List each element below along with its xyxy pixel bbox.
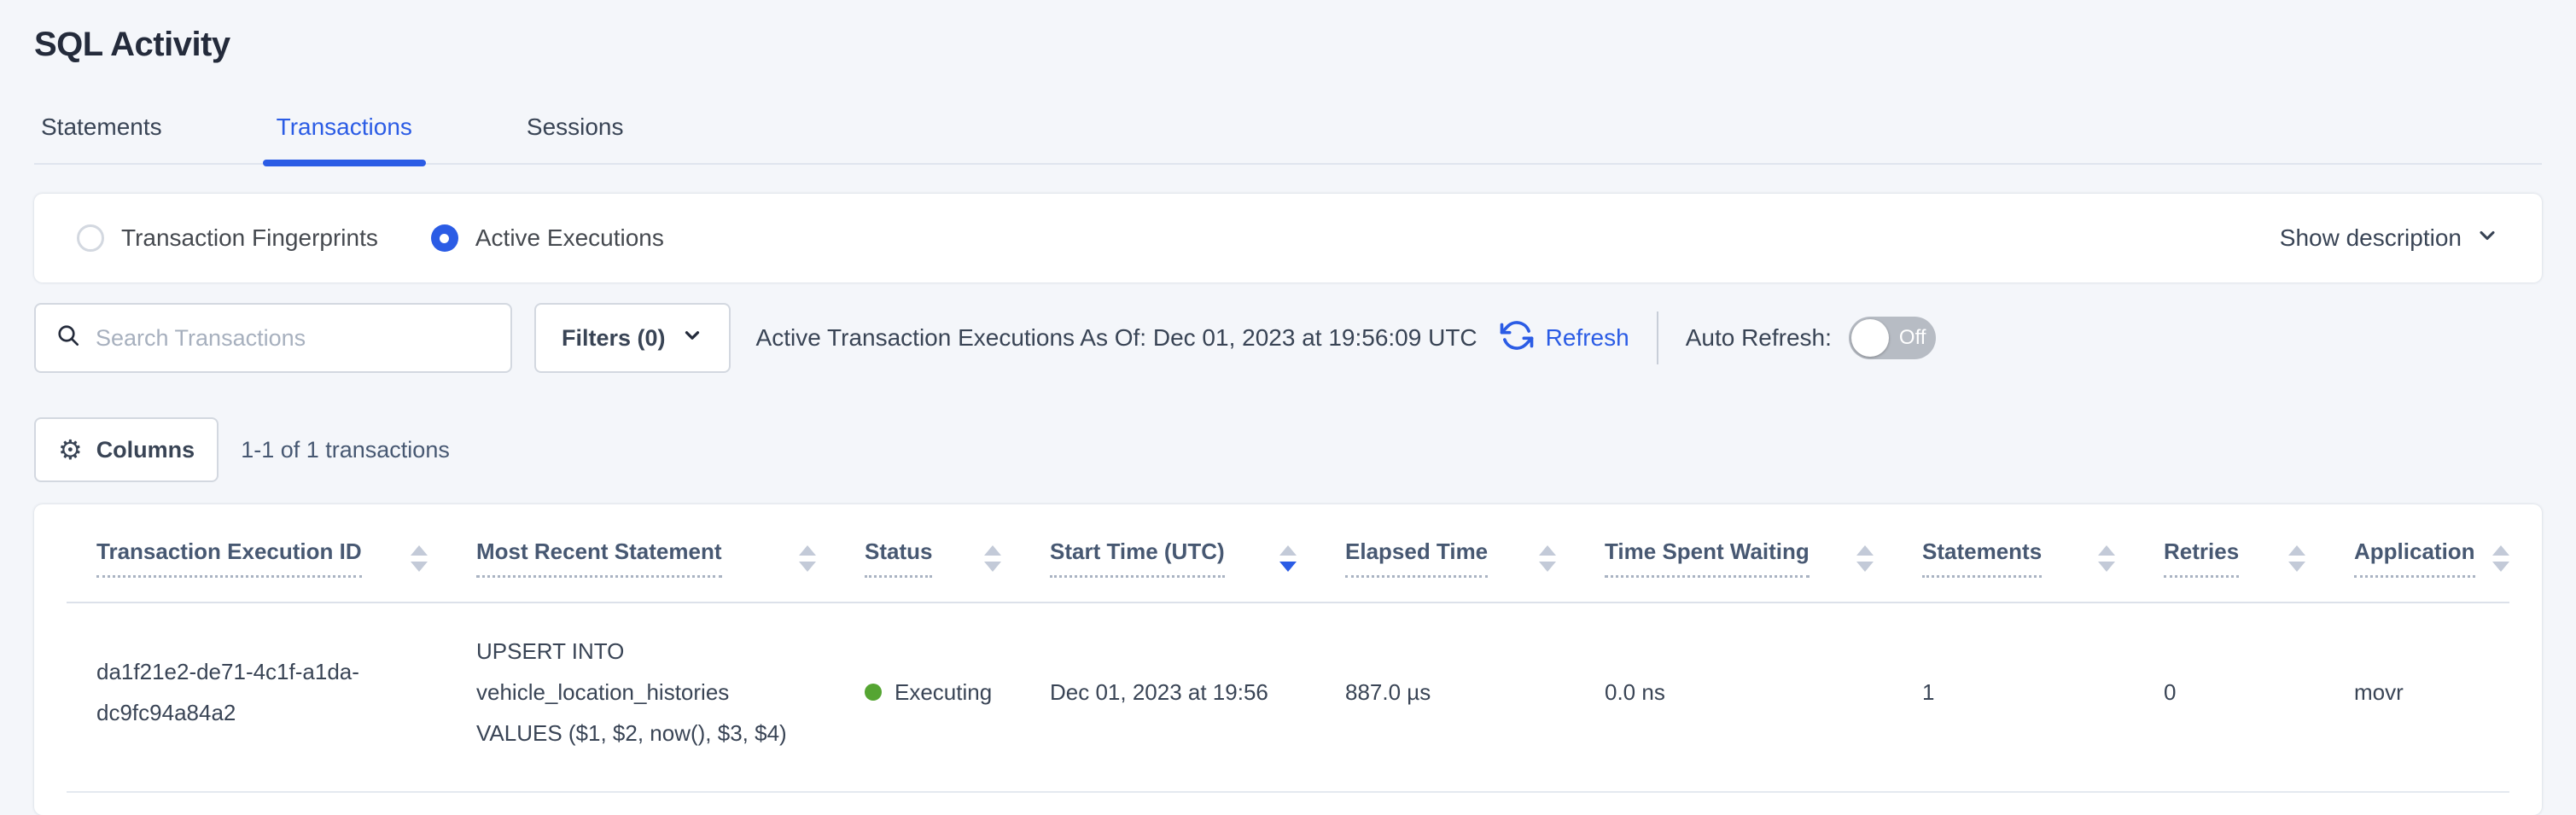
auto-refresh-label: Auto Refresh: bbox=[1686, 324, 1832, 352]
transactions-table: Transaction Execution ID Most Recent Sta… bbox=[67, 504, 2509, 793]
sort-icon[interactable] bbox=[2288, 545, 2305, 572]
radio-label: Transaction Fingerprints bbox=[121, 224, 378, 252]
sort-icon[interactable] bbox=[984, 545, 1001, 572]
status-dot-executing bbox=[865, 684, 882, 701]
cell-retries: 0 bbox=[2134, 603, 2324, 792]
columns-button[interactable]: ⚙ Columns bbox=[34, 417, 219, 482]
cell-most-recent-statement[interactable]: UPSERT INTO vehicle_location_histories V… bbox=[446, 603, 835, 792]
search-icon bbox=[55, 322, 82, 355]
cell-time-spent-waiting: 0.0 ns bbox=[1575, 603, 1892, 792]
column-header-start-time[interactable]: Start Time (UTC) bbox=[1020, 504, 1315, 603]
radio-transaction-fingerprints[interactable]: Transaction Fingerprints bbox=[77, 224, 378, 252]
tab-statements[interactable]: Statements bbox=[34, 114, 169, 163]
vertical-divider bbox=[1657, 311, 1658, 364]
sort-icon[interactable] bbox=[1856, 545, 1874, 572]
tab-sessions[interactable]: Sessions bbox=[520, 114, 631, 163]
column-header-statements[interactable]: Statements bbox=[1892, 504, 2134, 603]
column-header-most-recent-statement[interactable]: Most Recent Statement bbox=[446, 504, 835, 603]
tab-transactions[interactable]: Transactions bbox=[270, 114, 419, 163]
chevron-down-icon bbox=[2475, 224, 2499, 253]
columns-label: Columns bbox=[96, 437, 195, 463]
sql-activity-page: SQL Activity Statements Transactions Ses… bbox=[0, 0, 2576, 815]
sort-icon[interactable] bbox=[2492, 545, 2509, 572]
filters-button[interactable]: Filters (0) bbox=[534, 303, 731, 373]
search-box[interactable] bbox=[34, 303, 512, 373]
cell-transaction-execution-id[interactable]: da1f21e2-de71-4c1f-a1da-dc9fc94a84a2 bbox=[67, 603, 446, 792]
result-count: 1-1 of 1 transactions bbox=[241, 437, 450, 463]
show-description-label: Show description bbox=[2280, 224, 2462, 252]
cell-elapsed-time: 887.0 µs bbox=[1315, 603, 1575, 792]
transactions-table-card: Transaction Execution ID Most Recent Sta… bbox=[34, 504, 2542, 815]
table-row: da1f21e2-de71-4c1f-a1da-dc9fc94a84a2 UPS… bbox=[67, 603, 2509, 792]
column-header-application[interactable]: Application bbox=[2324, 504, 2509, 603]
status-label: Executing bbox=[895, 672, 992, 713]
refresh-button[interactable]: Refresh bbox=[1500, 318, 1629, 358]
sort-icon-active-desc[interactable] bbox=[1279, 545, 1297, 572]
chevron-down-icon bbox=[681, 324, 703, 352]
column-header-transaction-execution-id[interactable]: Transaction Execution ID bbox=[67, 504, 446, 603]
table-header-row: Transaction Execution ID Most Recent Sta… bbox=[67, 504, 2509, 603]
search-input[interactable] bbox=[96, 325, 492, 352]
column-header-time-spent-waiting[interactable]: Time Spent Waiting bbox=[1575, 504, 1892, 603]
sort-icon[interactable] bbox=[1539, 545, 1556, 572]
table-toolbar: ⚙ Columns 1-1 of 1 transactions bbox=[34, 417, 2542, 482]
cell-application: movr bbox=[2324, 603, 2509, 792]
refresh-label: Refresh bbox=[1546, 324, 1629, 352]
column-header-elapsed-time[interactable]: Elapsed Time bbox=[1315, 504, 1575, 603]
refresh-icon bbox=[1500, 318, 1534, 358]
radio-circle-selected[interactable] bbox=[431, 224, 458, 252]
cell-status: Executing bbox=[835, 603, 1020, 792]
filters-label: Filters (0) bbox=[562, 325, 666, 352]
column-header-retries[interactable]: Retries bbox=[2134, 504, 2324, 603]
sort-icon[interactable] bbox=[2098, 545, 2115, 572]
as-of-timestamp: Active Transaction Executions As Of: Dec… bbox=[756, 324, 1477, 352]
show-description-toggle[interactable]: Show description bbox=[2280, 224, 2499, 253]
cell-statements: 1 bbox=[1892, 603, 2134, 792]
page-title: SQL Activity bbox=[34, 0, 2542, 64]
sort-icon[interactable] bbox=[799, 545, 816, 572]
sort-icon[interactable] bbox=[411, 545, 428, 572]
controls-row: Filters (0) Active Transaction Execution… bbox=[34, 303, 2542, 373]
toggle-knob[interactable] bbox=[1851, 319, 1889, 357]
radio-label: Active Executions bbox=[475, 224, 664, 252]
gear-icon: ⚙ bbox=[58, 436, 83, 463]
view-mode-card: Transaction Fingerprints Active Executio… bbox=[34, 194, 2542, 282]
toggle-state-label: Off bbox=[1899, 326, 1926, 350]
column-header-status[interactable]: Status bbox=[835, 504, 1020, 603]
tab-bar: Statements Transactions Sessions bbox=[34, 114, 2542, 165]
auto-refresh-toggle[interactable]: Off bbox=[1849, 317, 1936, 359]
radio-circle-unselected[interactable] bbox=[77, 224, 104, 252]
cell-start-time: Dec 01, 2023 at 19:56 bbox=[1020, 603, 1315, 792]
radio-active-executions[interactable]: Active Executions bbox=[431, 224, 664, 252]
